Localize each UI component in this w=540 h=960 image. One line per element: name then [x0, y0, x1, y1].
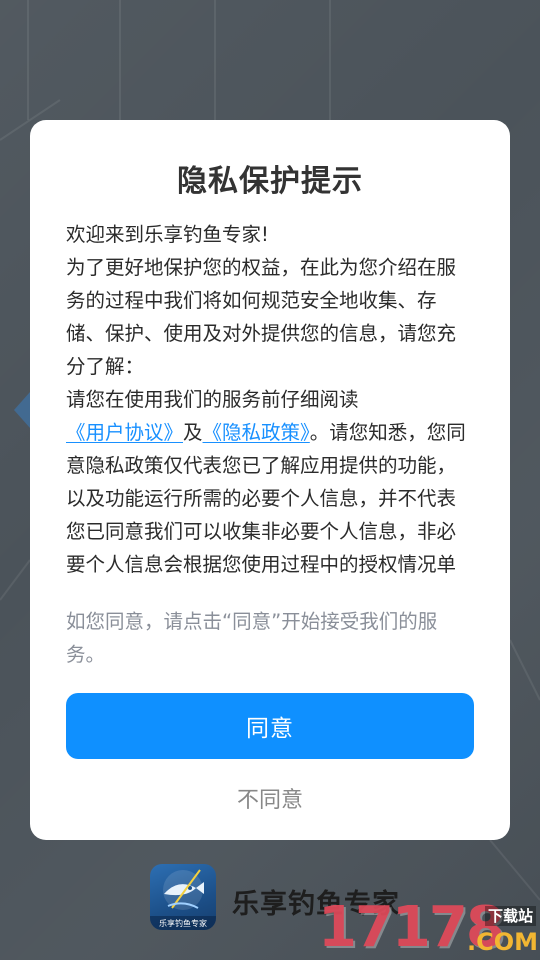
consent-hint: 如您同意，请点击“同意”开始接受我们的服务。	[66, 610, 438, 666]
greeting-text: 欢迎来到乐享钓鱼专家!	[66, 223, 269, 246]
user-agreement-link[interactable]: 《用户协议》	[66, 421, 183, 444]
read-suffix-text: 。请您知悉，您同意隐私政策仅代表您已了解应用提供的功能，以及功能运行所需的必要个…	[66, 421, 466, 576]
disagree-button[interactable]: 不同意	[30, 782, 510, 814]
privacy-policy-link[interactable]: 《隐私政策》	[203, 421, 310, 444]
watermark-site-label: 下载站	[484, 906, 536, 926]
app-logo: 乐享钓鱼专家	[150, 864, 216, 930]
agreement-paragraph: 请您在使用我们的服务前仔细阅读《用户协议》及《隐私政策》。请您知悉，您同意隐私政…	[66, 383, 472, 580]
privacy-dialog: 隐私保护提示 欢迎来到乐享钓鱼专家! 为了更好地保护您的权益，在此为您介绍在服务…	[30, 120, 510, 840]
read-prefix-text: 请您在使用我们的服务前仔细阅读	[66, 388, 359, 411]
logo-caption: 乐享钓鱼专家	[159, 918, 207, 928]
dialog-title: 隐私保护提示	[177, 164, 363, 199]
privacy-body-scroll[interactable]: 欢迎来到乐享钓鱼专家! 为了更好地保护您的权益，在此为您介绍在服务的过程中我们将…	[66, 218, 472, 580]
intro-text: 为了更好地保护您的权益，在此为您介绍在服务的过程中我们将如何规范安全地收集、存储…	[66, 256, 457, 378]
watermark-domain: .COM	[466, 928, 538, 956]
watermark: 17178 下载站 .COM	[318, 896, 540, 960]
and-text: 及	[183, 421, 203, 444]
agree-button[interactable]: 同意	[66, 693, 474, 759]
fishing-logo-icon: 乐享钓鱼专家	[150, 869, 216, 930]
